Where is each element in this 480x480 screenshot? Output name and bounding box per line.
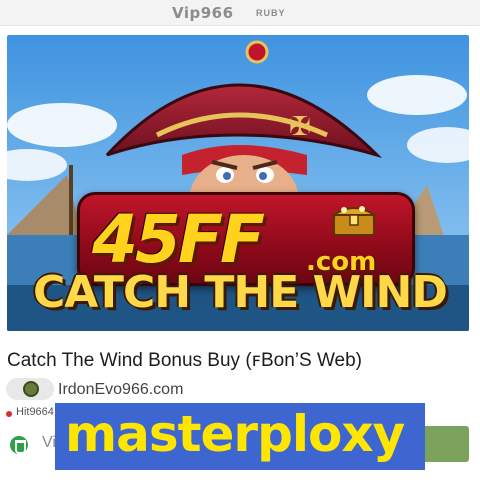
site-subtitle: RUBY <box>256 8 286 18</box>
provider-name[interactable]: IrdonEvo966.com <box>58 381 183 399</box>
site-title[interactable]: Vip966 <box>172 4 234 22</box>
game-logo-text: CATCH THE WIND <box>33 267 448 318</box>
treasure-chest-icon <box>330 206 378 236</box>
shield-icon <box>10 436 28 454</box>
banner-text: masterploxy <box>65 405 405 463</box>
svg-text:✠: ✠ <box>289 112 311 142</box>
provider-logo <box>6 378 54 400</box>
game-hero-image[interactable]: ✠ 45FF .com CATCH THE WIND <box>7 35 469 331</box>
brand-logo-text: 45FF <box>92 201 265 278</box>
overlay-banner: masterploxy <box>55 403 425 470</box>
top-bar: Vip966 RUBY <box>0 0 480 26</box>
game-title[interactable]: Catch The Wind Bonus Buy (ꜰBon’S Web) <box>7 349 362 372</box>
provider-badge-icon <box>23 381 39 397</box>
status-dot-icon <box>6 411 12 417</box>
